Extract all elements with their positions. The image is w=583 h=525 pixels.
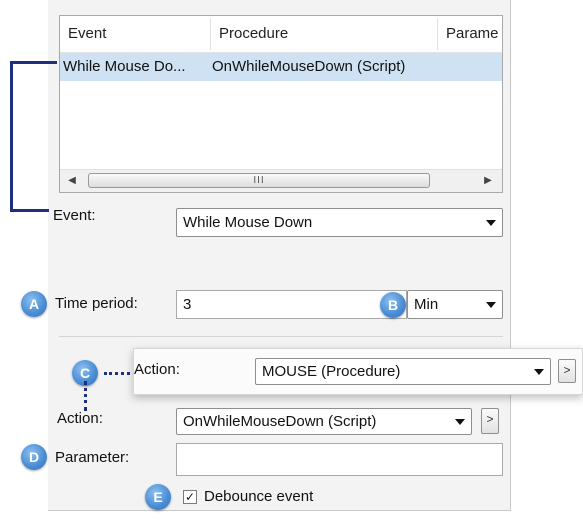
event-dropdown[interactable]: While Mouse Down <box>176 208 503 237</box>
debounce-checkbox[interactable]: ✓ <box>183 490 197 504</box>
scrollbar-grip: III <box>253 175 265 186</box>
callout-bracket-bottom <box>10 209 49 212</box>
callout-bracket-top <box>10 61 57 64</box>
overlay-action-value: MOUSE (Procedure) <box>262 363 401 380</box>
scrollbar-thumb[interactable]: III <box>88 173 430 188</box>
event-list[interactable]: Event Procedure Parame While Mouse Do...… <box>59 15 503 193</box>
event-label: Event: <box>53 207 96 224</box>
time-period-label: Time period: <box>55 295 138 312</box>
column-header-event[interactable]: Event <box>60 16 210 52</box>
callout-badge-e: E <box>145 484 171 510</box>
parameter-input[interactable] <box>176 443 503 476</box>
time-period-input[interactable]: 3 <box>176 290 407 319</box>
time-unit-dropdown[interactable]: Min <box>407 290 503 319</box>
callout-badge-d: D <box>21 444 47 470</box>
callout-connector <box>104 372 130 375</box>
horizontal-scrollbar[interactable]: ◀ III ▶ <box>60 169 502 192</box>
overlay-browse-button[interactable]: > <box>558 359 576 383</box>
time-period-value: 3 <box>183 296 192 313</box>
chevron-down-icon <box>486 219 496 226</box>
scroll-left-icon[interactable]: ◀ <box>66 174 78 188</box>
callout-bracket <box>10 61 13 212</box>
time-unit-value: Min <box>414 296 439 313</box>
check-icon: ✓ <box>184 490 196 504</box>
overlay-action-dropdown[interactable]: MOUSE (Procedure) <box>255 358 551 385</box>
action-callout-overlay: Action: MOUSE (Procedure) > <box>133 348 583 395</box>
overlay-action-label: Action: <box>134 361 180 378</box>
column-header-procedure[interactable]: Procedure <box>211 16 437 52</box>
debounce-label: Debounce event <box>204 488 314 505</box>
parameter-label: Parameter: <box>55 449 130 466</box>
row-parameter-cell <box>440 53 500 81</box>
divider <box>59 336 503 337</box>
callout-badge-b: B <box>380 292 406 318</box>
list-header: Event Procedure Parame <box>60 16 502 53</box>
action-browse-button[interactable]: > <box>481 408 499 434</box>
callout-connector <box>84 381 87 411</box>
column-header-parameter[interactable]: Parame <box>438 16 502 52</box>
action-dropdown[interactable]: OnWhileMouseDown (Script) <box>176 408 472 435</box>
action-label: Action: <box>57 410 103 427</box>
event-dropdown-value: While Mouse Down <box>183 214 313 231</box>
chevron-down-icon <box>534 368 544 375</box>
chevron-down-icon <box>455 418 465 425</box>
scroll-right-icon[interactable]: ▶ <box>482 174 494 188</box>
chevron-down-icon <box>486 301 496 308</box>
row-event-cell: While Mouse Do... <box>63 58 186 75</box>
callout-badge-a: A <box>21 291 47 317</box>
action-value: OnWhileMouseDown (Script) <box>183 413 377 430</box>
row-procedure-cell: OnWhileMouseDown (Script) <box>212 58 406 75</box>
